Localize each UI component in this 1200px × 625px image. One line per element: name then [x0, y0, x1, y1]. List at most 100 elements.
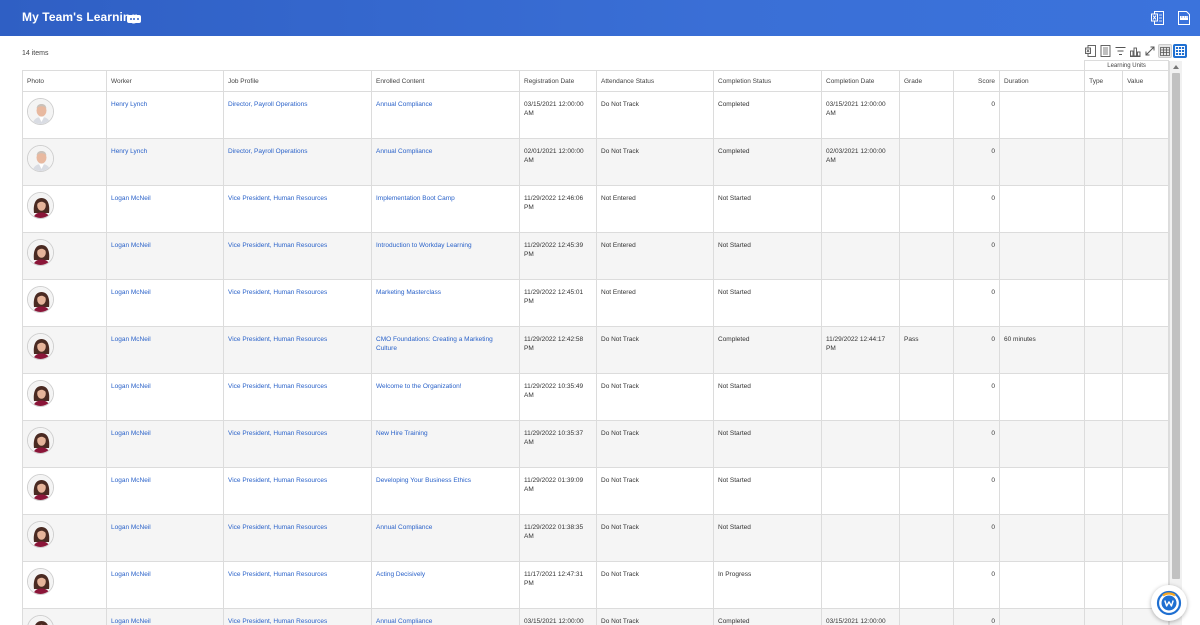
- chart-icon[interactable]: [1128, 44, 1142, 58]
- attendance-status-cell: Do Not Track: [596, 514, 714, 562]
- table-row: Logan McNeil Vice President, Human Resou…: [22, 279, 1170, 327]
- worker-link[interactable]: Logan McNeil: [111, 336, 151, 343]
- enrolled-content-link[interactable]: Annual Compliance: [376, 101, 432, 108]
- job-profile-link[interactable]: Vice President, Human Resources: [228, 524, 327, 531]
- photo-cell: [22, 91, 107, 139]
- grade-cell: [899, 608, 954, 625]
- avatar[interactable]: [27, 380, 54, 407]
- enrolled-content-link[interactable]: Developing Your Business Ethics: [376, 477, 471, 484]
- scrollbar-thumb[interactable]: [1172, 73, 1180, 579]
- related-actions-icon[interactable]: [127, 15, 141, 23]
- enrolled-content-link[interactable]: Acting Decisively: [376, 571, 425, 578]
- column-header-photo[interactable]: Photo: [22, 70, 107, 92]
- enrolled-content-link[interactable]: Annual Compliance: [376, 524, 432, 531]
- avatar[interactable]: [27, 98, 54, 125]
- score-cell: 0: [953, 373, 1000, 421]
- excel-export-icon[interactable]: [1083, 44, 1097, 58]
- excel-export-icon[interactable]: [1151, 10, 1165, 26]
- worker-link[interactable]: Logan McNeil: [111, 524, 151, 531]
- worker-link[interactable]: Logan McNeil: [111, 430, 151, 437]
- value-cell: [1122, 185, 1170, 233]
- job-profile-link[interactable]: Vice President, Human Resources: [228, 289, 327, 296]
- avatar[interactable]: [27, 474, 54, 501]
- worker-link[interactable]: Henry Lynch: [111, 101, 147, 108]
- completion-status-cell: Not Started: [713, 420, 822, 468]
- table-row: Logan McNeil Vice President, Human Resou…: [22, 467, 1170, 515]
- worker-link[interactable]: Logan McNeil: [111, 571, 151, 578]
- avatar[interactable]: [27, 615, 54, 625]
- worker-link[interactable]: Logan McNeil: [111, 195, 151, 202]
- worker-link[interactable]: Henry Lynch: [111, 148, 147, 155]
- enrolled-content-link[interactable]: Introduction to Workday Learning: [376, 242, 472, 249]
- enrolled-content-link[interactable]: New Hire Training: [376, 430, 428, 437]
- avatar[interactable]: [27, 333, 54, 360]
- avatar[interactable]: [27, 427, 54, 454]
- enrolled-content-link[interactable]: Annual Compliance: [376, 618, 432, 625]
- avatar[interactable]: [27, 145, 54, 172]
- registration-date-cell: 11/29/2022 12:45:01 PM: [519, 279, 597, 327]
- avatar[interactable]: [27, 239, 54, 266]
- vertical-scrollbar[interactable]: [1169, 61, 1182, 625]
- scroll-up-arrow[interactable]: [1173, 65, 1179, 69]
- duration-cell: [998, 91, 1086, 139]
- enrolled-content-cell: Marketing Masterclass: [371, 279, 520, 327]
- registration-date-cell: 11/29/2022 01:39:09 AM: [519, 467, 597, 515]
- registration-date-cell: 11/29/2022 12:42:58 PM: [519, 326, 597, 374]
- avatar[interactable]: [27, 568, 54, 595]
- enrolled-content-link[interactable]: Annual Compliance: [376, 148, 432, 155]
- enrolled-content-link[interactable]: Welcome to the Organization!: [376, 383, 462, 390]
- completion-status-cell: Not Started: [713, 185, 822, 233]
- job-profile-link[interactable]: Vice President, Human Resources: [228, 618, 327, 625]
- job-profile-link[interactable]: Vice President, Human Resources: [228, 571, 327, 578]
- enrolled-content-link[interactable]: Marketing Masterclass: [376, 289, 441, 296]
- column-header-attendance-status[interactable]: Attendance Status: [596, 70, 714, 92]
- job-profile-link[interactable]: Vice President, Human Resources: [228, 477, 327, 484]
- group-header-spacer: [22, 60, 1086, 71]
- table-row: Logan McNeil Vice President, Human Resou…: [22, 514, 1170, 562]
- worker-link[interactable]: Logan McNeil: [111, 618, 151, 625]
- job-profile-link[interactable]: Director, Payroll Operations: [228, 148, 307, 155]
- table-view-icon[interactable]: [1158, 44, 1172, 58]
- grid-view-icon[interactable]: [1173, 44, 1187, 58]
- job-profile-link[interactable]: Vice President, Human Resources: [228, 336, 327, 343]
- worker-link[interactable]: Logan McNeil: [111, 477, 151, 484]
- column-header-completion-date[interactable]: Completion Date: [821, 70, 900, 92]
- column-header-worker[interactable]: Worker: [106, 70, 224, 92]
- worker-link[interactable]: Logan McNeil: [111, 242, 151, 249]
- column-header-completion-status[interactable]: Completion Status: [713, 70, 822, 92]
- worker-link[interactable]: Logan McNeil: [111, 289, 151, 296]
- job-profile-link[interactable]: Vice President, Human Resources: [228, 383, 327, 390]
- page-title: My Team's Learning: [22, 10, 138, 24]
- column-header-type[interactable]: Type: [1084, 70, 1124, 92]
- job-profile-link[interactable]: Vice President, Human Resources: [228, 242, 327, 249]
- avatar[interactable]: [27, 286, 54, 313]
- column-header-grade[interactable]: Grade: [899, 70, 954, 92]
- avatar[interactable]: [27, 521, 54, 548]
- enrolled-content-link[interactable]: CMO Foundations: Creating a Marketing Cu…: [376, 336, 493, 352]
- filter-icon[interactable]: [1113, 44, 1127, 58]
- column-header-score[interactable]: Score: [953, 70, 1000, 92]
- job-profile-link[interactable]: Vice President, Human Resources: [228, 195, 327, 202]
- column-header-enrolled-content[interactable]: Enrolled Content: [371, 70, 520, 92]
- enrolled-content-cell: Introduction to Workday Learning: [371, 232, 520, 280]
- column-header-value[interactable]: Value: [1122, 70, 1170, 92]
- grade-cell: [899, 279, 954, 327]
- score-cell: 0: [953, 514, 1000, 562]
- score-cell: 0: [953, 91, 1000, 139]
- enrolled-content-cell: Welcome to the Organization!: [371, 373, 520, 421]
- column-header-duration[interactable]: Duration: [998, 70, 1086, 92]
- print-icon[interactable]: [1098, 44, 1112, 58]
- pdf-export-icon[interactable]: [1177, 10, 1191, 26]
- attendance-status-cell: Do Not Track: [596, 373, 714, 421]
- job-profile-link[interactable]: Director, Payroll Operations: [228, 101, 307, 108]
- duration-cell: [998, 373, 1086, 421]
- enrolled-content-link[interactable]: Implementation Boot Camp: [376, 195, 455, 202]
- workday-help-icon[interactable]: [1151, 585, 1187, 621]
- avatar[interactable]: [27, 192, 54, 219]
- job-profile-cell: Vice President, Human Resources: [223, 279, 372, 327]
- fullscreen-icon[interactable]: [1143, 44, 1157, 58]
- job-profile-link[interactable]: Vice President, Human Resources: [228, 430, 327, 437]
- worker-link[interactable]: Logan McNeil: [111, 383, 151, 390]
- column-header-job-profile[interactable]: Job Profile: [223, 70, 372, 92]
- column-header-registration-date[interactable]: Registration Date: [519, 70, 597, 92]
